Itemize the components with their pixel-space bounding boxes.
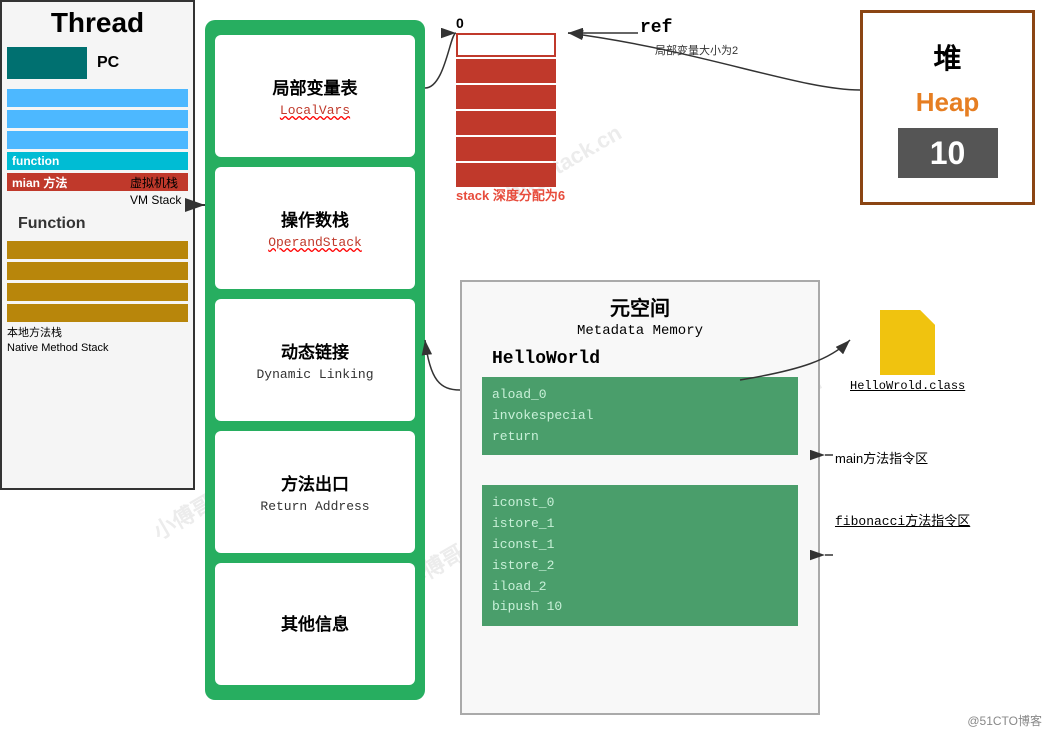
stack-cell-4: [456, 137, 556, 161]
operand-zh: 操作数栈: [223, 206, 407, 231]
local-size-annotation: 局部变量大小为2: [655, 42, 745, 58]
blue-bar-2: [7, 110, 188, 128]
code-line-return: return: [492, 427, 788, 448]
return-address-box: 方法出口 Return Address: [215, 431, 415, 553]
file-icon: [880, 310, 935, 375]
code-line-iload2: iload_2: [492, 577, 788, 598]
thread-box: Thread PC function mian 方法: [0, 0, 195, 490]
gold-bar-2: [7, 262, 188, 280]
stack-cell-3: [456, 111, 556, 135]
dynamic-zh: 动态链接: [223, 338, 407, 363]
meta-title-zh: 元空间: [472, 292, 808, 321]
return-zh: 方法出口: [223, 470, 407, 495]
function-label: Function: [18, 215, 86, 233]
stack-row-2: [456, 85, 576, 109]
return-en: Return Address: [223, 499, 407, 514]
diagram-container: bugstack.cn bugstack.cn bugstack.cn bugs…: [0, 0, 1052, 734]
credit-label: @51CTO博客: [967, 712, 1042, 729]
native-label: 本地方法栈 Native Method Stack: [7, 326, 188, 357]
metadata-box: 元空间 Metadata Memory HelloWorld aload_0 i…: [460, 280, 820, 715]
code-block-1: aload_0 invokespecial return: [482, 377, 798, 455]
code-line-iconst0: iconst_0: [492, 493, 788, 514]
native-stack-section: 本地方法栈 Native Method Stack: [7, 241, 188, 357]
blue-bar-3: [7, 131, 188, 149]
dynamic-linking-box: 动态链接 Dynamic Linking: [215, 299, 415, 421]
operand-en: OperandStack: [223, 235, 407, 250]
mian-bar-label: mian 方法: [12, 174, 67, 191]
ref-label: ref: [640, 18, 672, 38]
stack-row-3: [456, 111, 576, 135]
other-info-box: 其他信息: [215, 563, 415, 685]
function-bar-label: function: [12, 154, 59, 168]
stack-visualization: 0: [456, 15, 576, 189]
dynamic-en: Dynamic Linking: [223, 367, 407, 382]
stack-cell-0: [456, 33, 556, 57]
local-vars-en: LocalVars: [223, 103, 407, 118]
code-line-istore1: istore_1: [492, 514, 788, 535]
stack-cell-5: [456, 163, 556, 187]
gold-bar-3: [7, 283, 188, 301]
vm-stack-label: 虚拟机栈 VM Stack: [130, 175, 181, 209]
other-zh: 其他信息: [223, 610, 407, 635]
stack-index-0: 0: [456, 15, 576, 31]
local-vars-box: 局部变量表 LocalVars: [215, 35, 415, 157]
code-block-2: iconst_0 istore_1 iconst_1 istore_2 iloa…: [482, 485, 798, 626]
stack-row-4: [456, 137, 576, 161]
hello-world-label: HelloWorld: [492, 349, 808, 369]
gold-bar-4: [7, 304, 188, 322]
fib-method-label: fibonacci方法指令区: [835, 510, 970, 529]
heap-title-zh: 堆: [933, 37, 961, 77]
stack-cell-2: [456, 85, 556, 109]
code-line-bipush: bipush 10: [492, 597, 788, 618]
blue-bar-1: [7, 89, 188, 107]
heap-title-en: Heap: [916, 87, 980, 118]
pc-label: PC: [97, 54, 119, 72]
thread-title: Thread: [7, 7, 188, 39]
stack-depth-label: stack 深度分配为6: [456, 185, 565, 204]
code-line-aload: aload_0: [492, 385, 788, 406]
main-method-label: main方法指令区: [835, 448, 928, 467]
vm-stack-frame: 局部变量表 LocalVars 操作数栈 OperandStack 动态链接 D…: [205, 20, 425, 700]
code-line-istore2: istore_2: [492, 556, 788, 577]
operand-stack-box: 操作数栈 OperandStack: [215, 167, 415, 289]
code-line-invoke: invokespecial: [492, 406, 788, 427]
class-file: HelloWrold.class: [850, 310, 965, 393]
meta-title-en: Metadata Memory: [472, 323, 808, 339]
gold-bars: [7, 241, 188, 322]
stack-row-1: [456, 59, 576, 83]
code-line-iconst1: iconst_1: [492, 535, 788, 556]
pc-row: PC: [7, 47, 188, 79]
heap-value: 10: [898, 128, 998, 178]
pc-block: [7, 47, 87, 79]
stack-row-5: [456, 163, 576, 187]
blue-bar-function: function: [7, 152, 188, 170]
gold-bar-1: [7, 241, 188, 259]
stack-row-0: [456, 33, 576, 57]
heap-box: 堆 Heap 10: [860, 10, 1035, 205]
stack-cell-1: [456, 59, 556, 83]
class-file-name: HelloWrold.class: [850, 379, 965, 393]
local-vars-zh: 局部变量表: [223, 74, 407, 99]
